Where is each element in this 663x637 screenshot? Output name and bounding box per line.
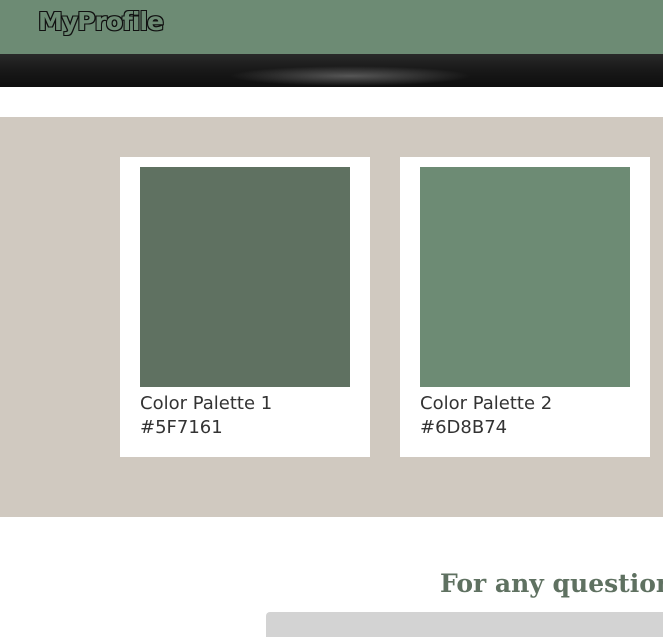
header-gloss-bar [0,54,663,87]
palette-hex-2: #6D8B74 [420,417,508,438]
palette-name-2: Color Palette 2 [420,393,553,414]
palette-hex-1: #5F7161 [140,417,223,438]
palette-name-1: Color Palette 1 [140,393,273,414]
palette-swatch-1 [140,167,350,387]
palette-card-2: Color Palette 2 #6D8B74 [400,157,650,457]
palette-card-1: Color Palette 1 #5F7161 [120,157,370,457]
palette-swatch-2 [420,167,630,387]
contact-panel [266,612,663,637]
contact-heading: For any question [440,569,663,598]
site-header: MyProfile [0,0,663,54]
site-logo[interactable]: MyProfile [37,5,165,39]
color-palette-section: Color Palette 1 #5F7161 Color Palette 2 … [0,117,663,517]
